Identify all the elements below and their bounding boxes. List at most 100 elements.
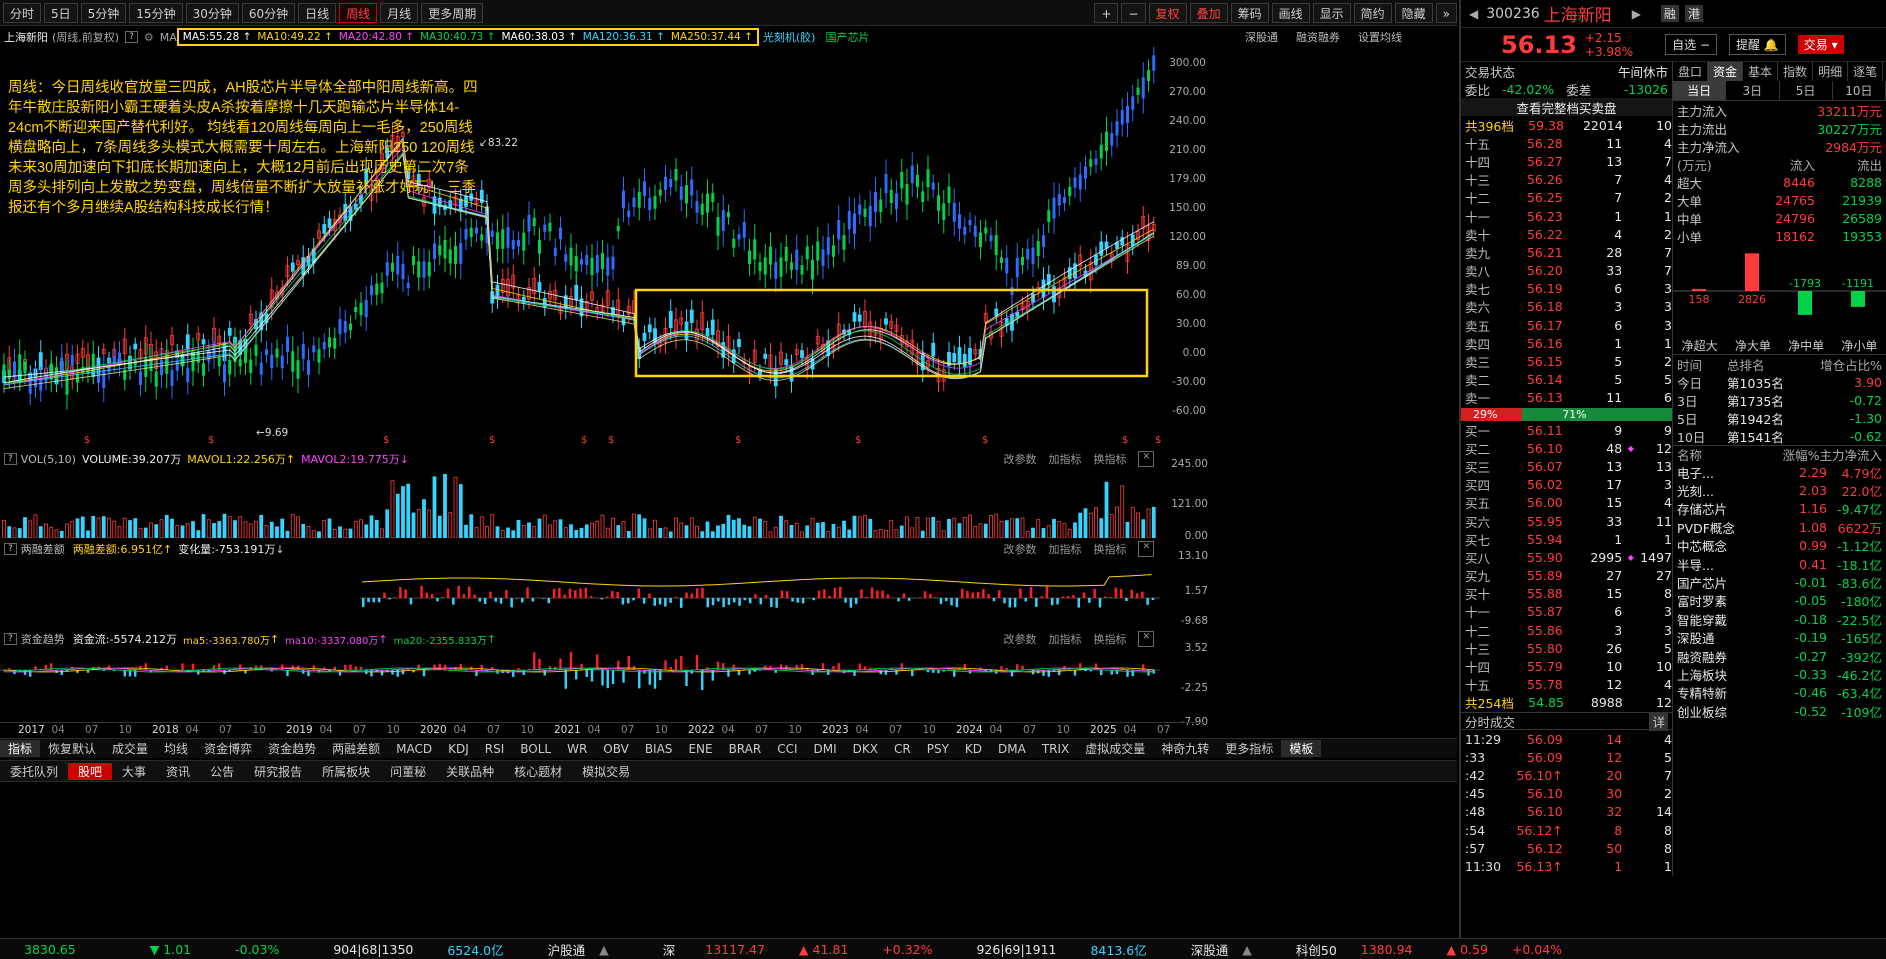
tag-domestic-chip[interactable]: 国产芯片 — [825, 29, 869, 45]
close-icon[interactable]: ✕ — [1138, 541, 1154, 557]
ask-row[interactable]: 卖七 56.19 6 3 — [1461, 280, 1672, 298]
trade-button[interactable]: 交易 ▾ — [1797, 35, 1844, 54]
indicator-10[interactable]: BOLL — [512, 742, 559, 756]
bid-row[interactable]: 买十 55.88 15 8 — [1461, 585, 1672, 603]
flow-add-indicator[interactable]: 加指标 — [1048, 631, 1081, 647]
info-tab-8[interactable]: 关联品种 — [436, 763, 504, 780]
fund-tab-2[interactable]: 基本 — [1743, 62, 1779, 81]
settings-icon[interactable]: ⚙ — [144, 31, 154, 44]
period-tab-7[interactable]: 周线 — [339, 2, 378, 23]
sector-row[interactable]: 智能穿戴 -0.18 -22.5亿 — [1673, 610, 1886, 628]
info-tab-5[interactable]: 研究报告 — [244, 763, 312, 780]
watchlist-button[interactable]: 自选 − — [1665, 34, 1717, 55]
fund-tab-1[interactable]: 资金 — [1708, 62, 1744, 81]
period-tab-9[interactable]: 更多周期 — [421, 2, 484, 23]
indicator-21[interactable]: KD — [957, 742, 990, 756]
toolbar-right-4[interactable]: 筹码 — [1230, 2, 1269, 23]
period-tab-8[interactable]: 月线 — [380, 2, 419, 23]
indicator-13[interactable]: BIAS — [637, 742, 681, 756]
indicator-0[interactable]: 指标 — [0, 740, 41, 757]
indicator-24[interactable]: 虚拟成交量 — [1077, 740, 1153, 757]
help-icon[interactable]: ? — [4, 543, 17, 555]
fund-day-1[interactable]: 3日 — [1726, 81, 1780, 100]
info-tab-2[interactable]: 大事 — [112, 763, 156, 780]
info-tab-7[interactable]: 问董秘 — [380, 763, 436, 780]
indicator-19[interactable]: CR — [886, 742, 919, 756]
bid-row[interactable]: 买三 56.07 13 13 — [1461, 457, 1672, 475]
margin-badge[interactable]: 融 — [1660, 5, 1679, 22]
indicator-17[interactable]: DMI — [806, 742, 845, 756]
fund-day-0[interactable]: 当日 — [1673, 81, 1727, 100]
indicator-4[interactable]: 资金博弈 — [196, 740, 260, 757]
hgt-label[interactable]: 沪股通 — [548, 940, 586, 959]
full-orderbook-link[interactable]: 查看完整档买卖盘 — [1461, 98, 1672, 116]
period-tab-4[interactable]: 30分钟 — [185, 2, 239, 23]
ask-row[interactable]: 卖一 56.13 11 6 — [1461, 389, 1672, 407]
indicator-27[interactable]: 模板 — [1281, 740, 1322, 757]
info-tab-4[interactable]: 公告 — [200, 763, 244, 780]
period-tab-5[interactable]: 60分钟 — [241, 2, 296, 23]
indicator-3[interactable]: 均线 — [156, 740, 196, 757]
info-tab-1[interactable]: 股吧 — [68, 762, 113, 780]
indicator-6[interactable]: 两融差额 — [324, 740, 388, 757]
sgt-label[interactable]: 深股通 — [1191, 940, 1229, 959]
indicator-26[interactable]: 更多指标 — [1217, 740, 1281, 757]
ask-row[interactable]: 十二 56.25 7 2 — [1461, 189, 1672, 207]
info-tab-3[interactable]: 资讯 — [156, 763, 200, 780]
sector-row[interactable]: 创业板综 -0.52 -109亿 — [1673, 702, 1886, 720]
bid-row[interactable]: 买四 56.02 17 3 — [1461, 476, 1672, 494]
sector-row[interactable]: 中芯概念 0.99 -1.12亿 — [1673, 537, 1886, 555]
indicator-16[interactable]: CCI — [769, 742, 805, 756]
fund-tab-0[interactable]: 盘口 — [1673, 62, 1709, 81]
info-tab-9[interactable]: 核心题材 — [504, 763, 572, 780]
flow-edit-params[interactable]: 改参数 — [1003, 631, 1036, 647]
toolbar-right-6[interactable]: 显示 — [1312, 2, 1351, 23]
bid-row[interactable]: 十四 55.79 10 10 — [1461, 657, 1672, 675]
indicator-7[interactable]: MACD — [388, 742, 440, 756]
fund-flow-chart[interactable] — [0, 648, 1160, 720]
ask-row[interactable]: 卖二 56.14 5 5 — [1461, 371, 1672, 389]
fund-tab-4[interactable]: 明细 — [1813, 62, 1849, 81]
flow-switch-indicator[interactable]: 换指标 — [1093, 631, 1126, 647]
sector-row[interactable]: 光刻... 2.03 22.0亿 — [1673, 481, 1886, 499]
info-tab-10[interactable]: 模拟交易 — [572, 763, 640, 780]
toolbar-right-9[interactable]: » — [1435, 2, 1457, 23]
ask-row[interactable]: 十五 56.28 11 4 — [1461, 134, 1672, 152]
sector-row[interactable]: 融资融券 -0.27 -392亿 — [1673, 647, 1886, 665]
toolbar-right-0[interactable]: + — [1094, 2, 1119, 23]
margin-edit-params[interactable]: 改参数 — [1003, 541, 1036, 557]
toolbar-right-1[interactable]: − — [1121, 2, 1146, 23]
sector-row[interactable]: 半导... 0.41 -18.1亿 — [1673, 555, 1886, 573]
sector-row[interactable]: 深股通 -0.19 -165亿 — [1673, 629, 1886, 647]
indicator-15[interactable]: BRAR — [721, 742, 770, 756]
indicator-11[interactable]: WR — [559, 742, 595, 756]
indicator-8[interactable]: KDJ — [440, 742, 477, 756]
indicator-18[interactable]: DKX — [845, 742, 886, 756]
toolbar-right-5[interactable]: 画线 — [1271, 2, 1310, 23]
toolbar-right-8[interactable]: 隐藏 — [1394, 2, 1433, 23]
margin-add-indicator[interactable]: 加指标 — [1048, 541, 1081, 557]
bid-row[interactable]: 买一 56.11 9 9 — [1461, 421, 1672, 439]
bid-row[interactable]: 十二 55.86 3 3 — [1461, 621, 1672, 639]
bid-row[interactable]: 买九 55.89 27 27 — [1461, 567, 1672, 585]
indicator-1[interactable]: 恢复默认 — [40, 740, 104, 757]
ticks-detail-button[interactable]: 详 — [1649, 711, 1668, 731]
vol-add-indicator[interactable]: 加指标 — [1048, 451, 1081, 467]
bid-row[interactable]: 十一 55.87 6 3 — [1461, 603, 1672, 621]
sector-row[interactable]: PVDF概念 1.08 6622万 — [1673, 518, 1886, 536]
ask-row[interactable]: 卖四 56.16 1 1 — [1461, 334, 1672, 352]
toolbar-right-3[interactable]: 叠加 — [1189, 2, 1228, 23]
ask-row[interactable]: 卖十 56.22 4 2 — [1461, 225, 1672, 243]
hk-badge[interactable]: 港 — [1684, 5, 1703, 22]
fund-tab-3[interactable]: 指数 — [1778, 62, 1814, 81]
indicator-2[interactable]: 成交量 — [104, 740, 156, 757]
sector-row[interactable]: 上海板块 -0.33 -46.2亿 — [1673, 665, 1886, 683]
link-margin[interactable]: 融资融券 — [1296, 29, 1340, 45]
ask-row[interactable]: 十三 56.26 7 4 — [1461, 171, 1672, 189]
period-tab-6[interactable]: 日线 — [298, 2, 337, 23]
fund-day-2[interactable]: 5日 — [1780, 81, 1833, 100]
sector-row[interactable]: 国产芯片 -0.01 -83.6亿 — [1673, 573, 1886, 591]
tag-lithography[interactable]: 光刻机(胶) — [763, 29, 816, 45]
ask-row[interactable]: 卖六 56.18 3 3 — [1461, 298, 1672, 316]
help-icon[interactable]: ? — [125, 31, 138, 43]
